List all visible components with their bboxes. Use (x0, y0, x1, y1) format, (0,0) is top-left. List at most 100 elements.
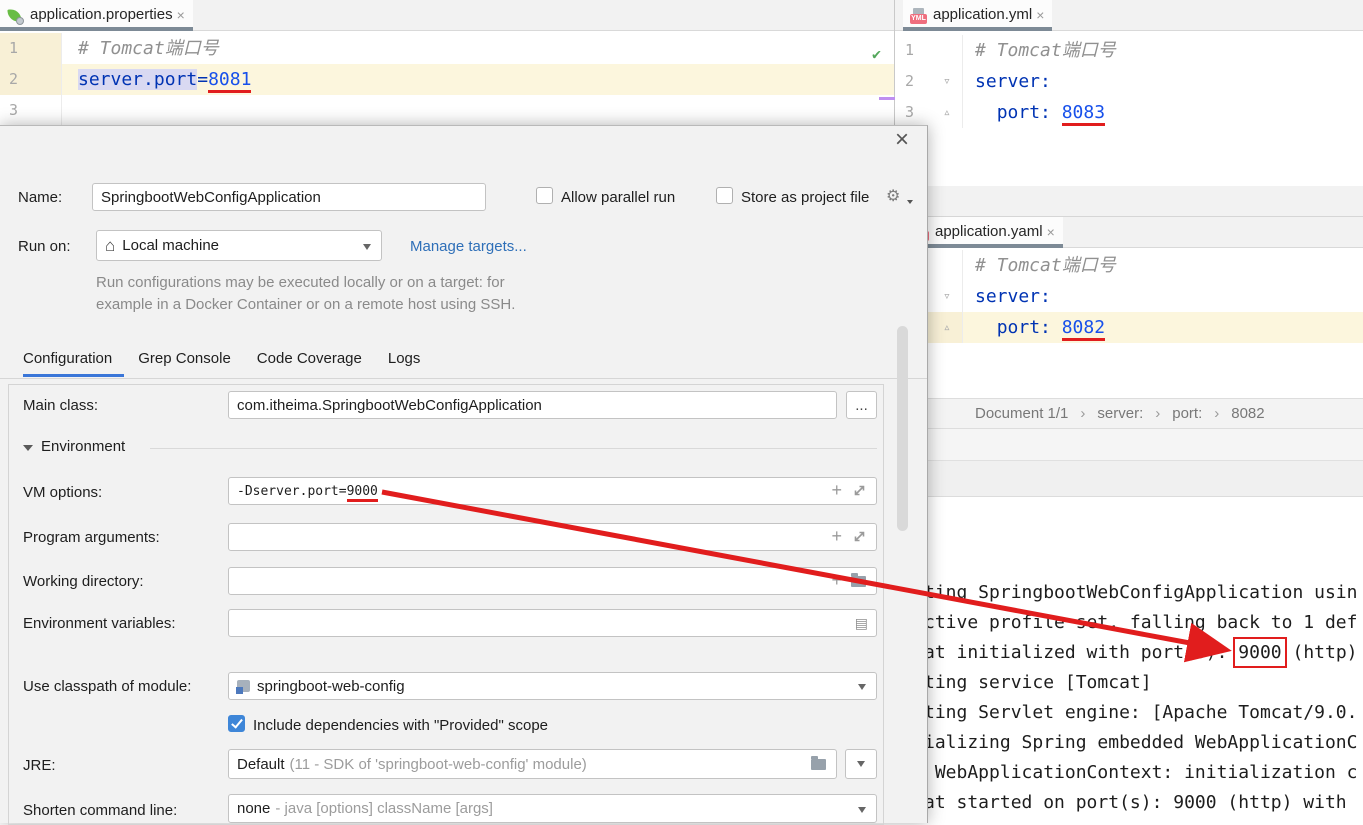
tab-application-properties[interactable]: application.properties × (0, 0, 193, 31)
breadcrumb-separator: › (1155, 405, 1160, 422)
chevron-down-icon (363, 244, 371, 250)
browse-main-class-button[interactable]: ... (846, 391, 877, 419)
folder-icon[interactable] (811, 759, 826, 770)
store-as-project-file-label: Store as project file (741, 189, 869, 206)
breadcrumb-document[interactable]: Document 1/1 (975, 405, 1068, 422)
yaml-key: server: (975, 71, 1051, 92)
properties-editor-pane: application.properties × 1 # Tomcat端口号 2… (0, 0, 895, 125)
store-as-project-file-checkbox[interactable] (716, 187, 733, 204)
yaml-editor-body[interactable]: # Tomcat端口号 ▿ server: ▵ port: 8082 (895, 248, 1363, 398)
dialog-tabs: Configuration Grep Console Code Coverage… (23, 350, 420, 367)
ide-window: application.properties × 1 # Tomcat端口号 2… (0, 0, 1363, 823)
jre-label: JRE: (23, 757, 56, 774)
manage-targets-link[interactable]: Manage targets... (410, 238, 527, 255)
tab-logs[interactable]: Logs (388, 350, 421, 367)
tab-label: application.properties (30, 6, 173, 23)
include-provided-scope-label: Include dependencies with "Provided" sco… (253, 717, 548, 734)
inspection-ok-icon[interactable]: ✔ (872, 45, 881, 63)
expand-field-icon[interactable] (853, 530, 866, 547)
yaml-key: server: (975, 286, 1051, 307)
section-divider (150, 448, 877, 449)
active-tab-underline (23, 374, 124, 377)
vm-port-9000: 9000 (347, 484, 378, 502)
folder-icon[interactable] (851, 576, 866, 587)
tab-configuration[interactable]: Configuration (23, 350, 112, 367)
fold-arrow-icon[interactable]: ▿ (943, 66, 951, 97)
port-value-8083: 8083 (1062, 102, 1105, 126)
tab-application-yaml[interactable]: YML application.yaml × (905, 217, 1063, 248)
console-port-9000-highlight: 9000 (1238, 642, 1281, 663)
changed-lines-marker (879, 97, 896, 100)
code-line: 2 server.port=8081 (0, 64, 894, 95)
chevron-down-icon (858, 684, 866, 690)
yaml-tabbar: YML application.yaml × (895, 217, 1363, 248)
name-input[interactable]: SpringbootWebConfigApplication (92, 183, 486, 211)
list-icon[interactable]: ▤ (855, 615, 868, 632)
store-options-gear-icon[interactable]: ⚙ (886, 186, 900, 206)
property-key: server.port (78, 69, 197, 90)
dialog-close-icon[interactable]: × (895, 128, 909, 152)
breadcrumb: Document 1/1 › server: › port: › 8082 (895, 398, 1363, 429)
add-icon[interactable]: + (831, 570, 842, 591)
tab-grep-console[interactable]: Grep Console (138, 350, 231, 367)
tab-code-coverage[interactable]: Code Coverage (257, 350, 362, 367)
tab-application-yml[interactable]: YML application.yml × (903, 0, 1052, 31)
yml-file-icon: YML (910, 8, 927, 24)
allow-parallel-run-checkbox[interactable] (536, 187, 553, 204)
port-value-8082: 8082 (1062, 317, 1105, 341)
right-column: YML application.yml × 1 # Tomcat端口号 2▿ s… (895, 0, 1363, 823)
main-class-input[interactable]: com.itheima.SpringbootWebConfigApplicati… (228, 391, 837, 419)
console-toolbar-band (895, 429, 1363, 461)
spring-properties-icon (7, 8, 24, 24)
add-icon[interactable]: + (831, 480, 842, 501)
comment-text: # Tomcat端口号 (78, 38, 219, 59)
run-on-description-line1: Run configurations may be executed local… (96, 274, 505, 291)
allow-parallel-run-label: Allow parallel run (561, 189, 675, 206)
properties-editor-body[interactable]: 1 # Tomcat端口号 2 server.port=8081 3 ✔ (0, 31, 894, 125)
include-provided-scope-checkbox[interactable] (228, 715, 245, 732)
vm-options-input[interactable]: -Dserver.port=9000 + (228, 477, 877, 505)
fold-arrow-icon[interactable]: ▿ (943, 281, 951, 312)
yaml-key: port: (997, 317, 1051, 338)
environment-variables-input[interactable]: ▤ (228, 609, 877, 637)
line-number: 1 (0, 33, 62, 64)
code-line: 1 # Tomcat端口号 (0, 33, 894, 64)
yml-editor-body[interactable]: 1 # Tomcat端口号 2▿ server: 3▵ port: 8083 (895, 31, 1363, 186)
run-on-select[interactable]: ⌂ Local machine (96, 230, 382, 261)
dialog-scrollbar[interactable] (897, 326, 908, 531)
gear-dropdown-caret-icon (907, 200, 913, 204)
expand-field-icon[interactable] (853, 484, 866, 501)
code-line: ▿ server: (895, 281, 1363, 312)
main-class-label: Main class: (23, 397, 98, 414)
line-number: 2 (0, 64, 62, 95)
shorten-command-line-select[interactable]: none - java [options] className [args] (228, 794, 877, 823)
code-line: 3 (0, 95, 894, 126)
breadcrumb-separator: › (1214, 405, 1219, 422)
breadcrumb-value[interactable]: 8082 (1231, 405, 1264, 422)
line-number: 1 (895, 35, 963, 66)
close-tab-icon[interactable]: × (177, 7, 185, 23)
comment-text: # Tomcat端口号 (975, 40, 1116, 61)
code-line: ▵ port: 8082 (895, 312, 1363, 343)
line-number: 3▵ (895, 97, 963, 128)
program-arguments-input[interactable]: + (228, 523, 877, 551)
run-console-output[interactable]: ting SpringbootWebConfigApplication usin… (928, 497, 1363, 823)
breadcrumb-port[interactable]: port: (1172, 405, 1202, 422)
close-tab-icon[interactable]: × (1047, 224, 1055, 240)
close-tab-icon[interactable]: × (1036, 7, 1044, 23)
add-icon[interactable]: + (831, 526, 842, 547)
yml-tabbar: YML application.yml × (895, 0, 1363, 31)
jre-select[interactable]: Default (11 - SDK of 'springboot-web-con… (228, 749, 837, 779)
classpath-module-select[interactable]: springboot-web-config (228, 672, 877, 700)
tabs-separator (0, 378, 927, 379)
breadcrumb-server[interactable]: server: (1097, 405, 1143, 422)
vm-options-label: VM options: (23, 484, 102, 501)
jre-dropdown-button[interactable] (845, 749, 877, 779)
working-directory-input[interactable]: + (228, 567, 877, 595)
fold-arrow-icon[interactable]: ▵ (943, 312, 951, 343)
splitter-strip (895, 186, 1363, 217)
fold-arrow-icon[interactable]: ▵ (943, 97, 951, 128)
chevron-down-icon (857, 761, 865, 767)
code-line: 2▿ server: (895, 66, 1363, 97)
environment-section-header[interactable]: Environment (23, 438, 125, 455)
